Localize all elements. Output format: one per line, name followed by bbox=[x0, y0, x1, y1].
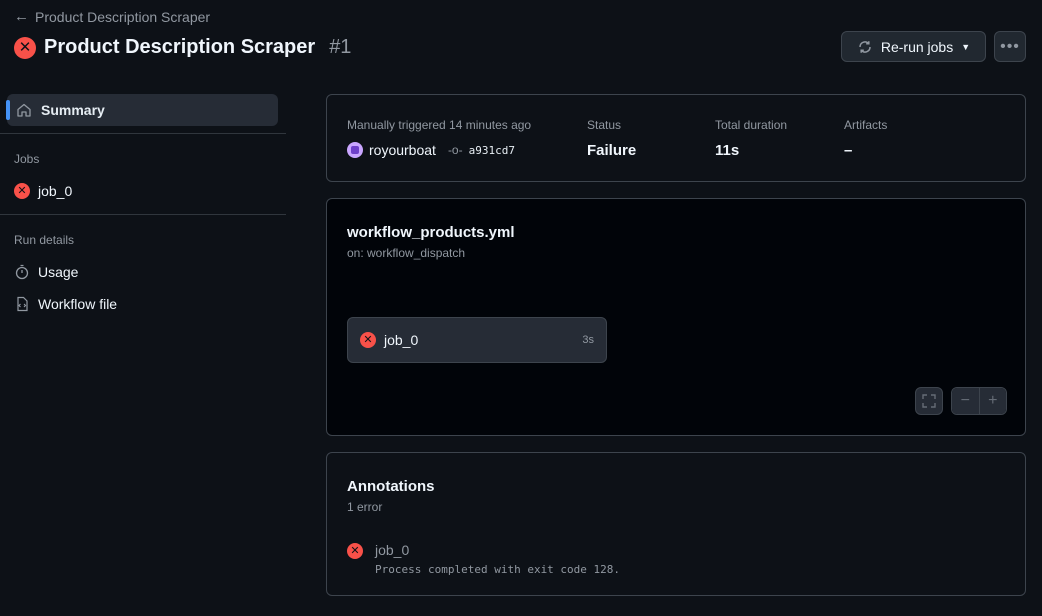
run-summary-panel: Manually triggered 14 minutes ago royour… bbox=[326, 94, 1026, 182]
x-circle-icon: ✕ bbox=[14, 183, 30, 199]
fullscreen-icon bbox=[922, 394, 936, 408]
file-code-icon bbox=[17, 296, 28, 312]
sidebar-item-job[interactable]: ✕ job_0 bbox=[14, 183, 72, 199]
zoom-in-icon: + bbox=[988, 392, 998, 409]
zoom-in-button[interactable]: + bbox=[979, 388, 1006, 414]
zoom-out-button[interactable]: − bbox=[952, 388, 980, 414]
status-value: Failure bbox=[587, 142, 637, 159]
workflow-trigger: on: workflow_dispatch bbox=[347, 246, 466, 260]
trigger-label: Manually triggered 14 minutes ago bbox=[347, 118, 532, 132]
sidebar-item-summary-label: Summary bbox=[41, 102, 105, 118]
run-details-heading: Run details bbox=[14, 233, 75, 247]
artifacts-value: – bbox=[844, 142, 853, 159]
avatar[interactable] bbox=[347, 142, 363, 158]
zoom-controls: − + bbox=[951, 387, 1007, 415]
more-options-button[interactable]: ••• bbox=[994, 31, 1026, 62]
sidebar-divider bbox=[0, 133, 286, 134]
run-number: #1 bbox=[329, 36, 352, 58]
annotations-panel: Annotations 1 error ✕ job_0 Process comp… bbox=[326, 452, 1026, 596]
job-node[interactable]: ✕ job_0 3s bbox=[347, 317, 607, 363]
back-link-label: Product Description Scraper bbox=[35, 8, 211, 25]
actor-row: royourboat -o- a931cd7 bbox=[347, 142, 515, 158]
page-title: Product Description Scraper bbox=[44, 36, 316, 58]
job-node-label: job_0 bbox=[384, 332, 419, 348]
sync-icon bbox=[859, 40, 871, 53]
duration-value: 11s bbox=[715, 142, 740, 159]
duration-label: Total duration bbox=[715, 118, 788, 132]
jobs-heading: Jobs bbox=[14, 152, 40, 166]
fullscreen-button[interactable] bbox=[915, 387, 943, 415]
artifacts-label: Artifacts bbox=[844, 118, 888, 132]
workflow-graph-panel: workflow_products.yml on: workflow_dispa… bbox=[326, 198, 1026, 436]
actor-link[interactable]: royourboat bbox=[369, 142, 436, 158]
workflow-file-name[interactable]: workflow_products.yml bbox=[347, 224, 515, 241]
job-node-duration: 3s bbox=[582, 334, 594, 346]
zoom-out-icon: − bbox=[960, 392, 970, 409]
x-circle-icon: ✕ bbox=[360, 332, 376, 348]
sidebar-item-summary[interactable]: Summary bbox=[6, 94, 278, 126]
sidebar-item-workflow-file-label: Workflow file bbox=[38, 296, 118, 312]
triangle-down-icon: ▼ bbox=[961, 41, 971, 52]
annotations-count: 1 error bbox=[347, 500, 383, 514]
x-circle-icon: ✕ bbox=[347, 543, 363, 559]
annotations-title: Annotations bbox=[347, 478, 435, 495]
kebab-icon: ••• bbox=[1000, 37, 1020, 55]
arrow-left-icon: ← bbox=[14, 8, 29, 25]
commit-link[interactable]: a931cd7 bbox=[469, 144, 515, 157]
sidebar-item-usage-label: Usage bbox=[38, 264, 79, 280]
sidebar-item-workflow-file[interactable]: Workflow file bbox=[14, 296, 117, 312]
annotation-item: ✕ bbox=[347, 543, 363, 559]
home-icon bbox=[17, 103, 31, 117]
x-circle-icon: ✕ bbox=[14, 36, 36, 59]
rerun-jobs-label: Re-run jobs bbox=[880, 38, 954, 55]
stopwatch-icon bbox=[15, 264, 29, 280]
page-title-row: ✕ Product Description Scraper #1 bbox=[14, 36, 351, 59]
status-label: Status bbox=[587, 118, 622, 132]
annotation-message: Process completed with exit code 128. bbox=[375, 563, 621, 576]
rerun-jobs-button[interactable]: Re-run jobs ▼ bbox=[841, 31, 986, 62]
git-commit-icon: -o- bbox=[447, 143, 463, 157]
sidebar-divider bbox=[0, 214, 286, 215]
back-link[interactable]: ← Product Description Scraper bbox=[14, 8, 210, 25]
sidebar-item-job-label: job_0 bbox=[38, 183, 73, 199]
annotation-job-link[interactable]: job_0 bbox=[375, 542, 409, 558]
sidebar-item-usage[interactable]: Usage bbox=[14, 264, 78, 280]
